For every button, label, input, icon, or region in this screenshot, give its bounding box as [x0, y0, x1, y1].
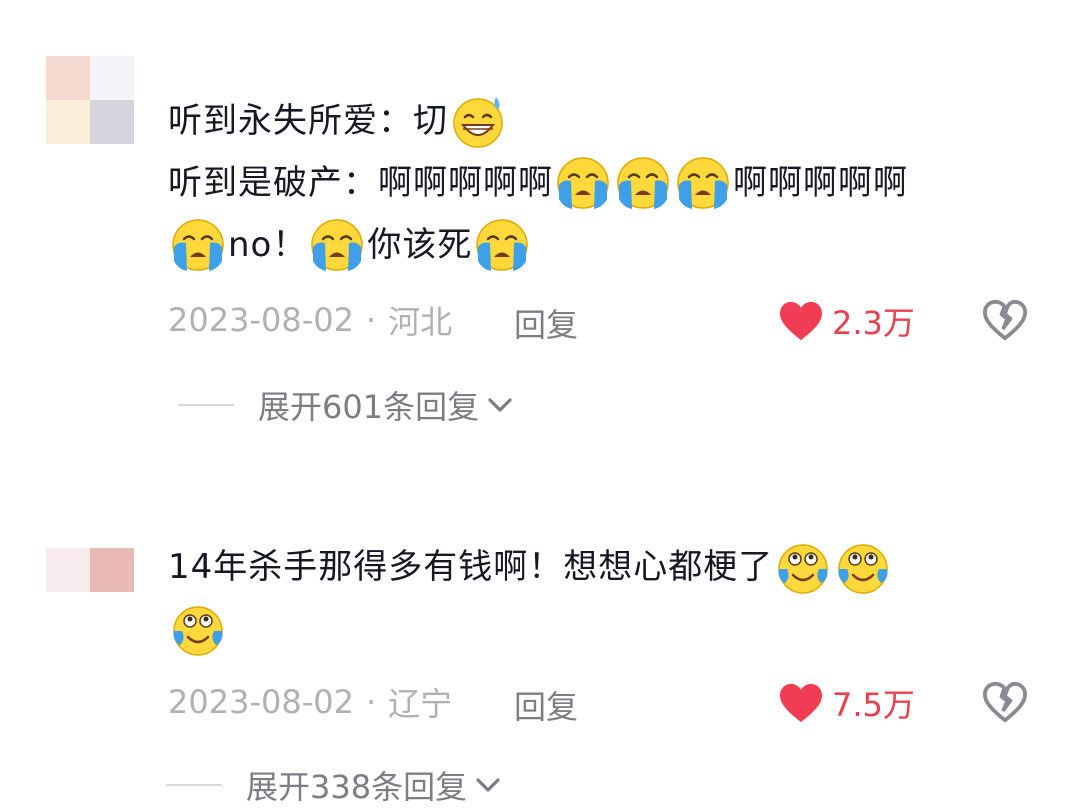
crying-icon: [677, 157, 729, 209]
crying-icon: [617, 157, 669, 209]
broken-heart-icon[interactable]: [982, 298, 1028, 344]
comment-text-segment: 啊啊啊啊啊: [733, 163, 908, 203]
comment-line: no！ 你该死: [168, 214, 1028, 276]
expand-replies-button[interactable]: 展开338条回复: [166, 762, 503, 808]
heart-icon: [780, 683, 822, 723]
meta-separator: ·: [365, 683, 377, 721]
tears-of-laughter-icon: [173, 606, 223, 656]
like-button[interactable]: 7.5万: [778, 680, 915, 726]
meta-separator: ·: [365, 301, 377, 339]
broken-heart-icon[interactable]: [982, 680, 1028, 726]
comment-line: 听到永失所爱：切: [168, 90, 1028, 152]
comment-text-segment: 你该死: [367, 225, 473, 265]
comment-meta: 2023-08-02 · 河北: [168, 300, 453, 341]
like-count: 2.3万: [832, 304, 915, 342]
reply-button[interactable]: 回复: [514, 682, 578, 728]
comment-line: [168, 598, 1028, 660]
comment-text: 14年杀手那得多有钱啊！想想心都梗了: [168, 536, 1028, 660]
expand-replies-button[interactable]: 展开601条回复: [178, 382, 515, 428]
tears-of-laughter-icon: [838, 544, 889, 594]
comment-text: 听到永失所爱：切听到是破产：啊啊啊啊啊 啊啊啊啊啊 no！ 你该死: [168, 90, 1028, 276]
crying-icon: [476, 219, 529, 271]
tears-of-laughter-icon: [778, 544, 829, 594]
comment-location: 河北: [388, 303, 453, 341]
crying-icon: [311, 219, 364, 271]
comment-text-segment: no！: [228, 225, 308, 265]
crying-icon: [557, 157, 609, 209]
reply-button[interactable]: 回复: [514, 300, 578, 346]
like-button[interactable]: 2.3万: [778, 298, 915, 344]
sweat-grin-icon: [453, 97, 503, 148]
expand-replies-label: 展开338条回复: [246, 768, 468, 806]
comment-text-segment: 听到是破产：啊啊啊啊啊: [168, 163, 553, 203]
comment-location: 辽宁: [388, 685, 453, 723]
comment-text-segment: 14年杀手那得多有钱啊！想想心都梗了: [168, 547, 774, 587]
chevron-down-icon: [476, 778, 500, 792]
crying-icon: [172, 219, 224, 271]
comment-text-segment: 听到永失所爱：切: [168, 101, 448, 141]
avatar[interactable]: [46, 56, 134, 144]
comment-line: 14年杀手那得多有钱啊！想想心都梗了: [168, 536, 1028, 598]
divider: [178, 404, 234, 406]
comment-line: 听到是破产：啊啊啊啊啊 啊啊啊啊啊: [168, 152, 1028, 214]
heart-icon: [780, 301, 822, 341]
divider: [166, 784, 222, 786]
comment-date: 2023-08-02: [168, 683, 354, 721]
comment-date: 2023-08-02: [168, 301, 354, 339]
comment-meta: 2023-08-02 · 辽宁: [168, 682, 453, 723]
chevron-down-icon: [488, 398, 512, 412]
expand-replies-label: 展开601条回复: [258, 388, 480, 426]
like-count: 7.5万: [832, 686, 915, 724]
avatar[interactable]: [46, 504, 134, 592]
